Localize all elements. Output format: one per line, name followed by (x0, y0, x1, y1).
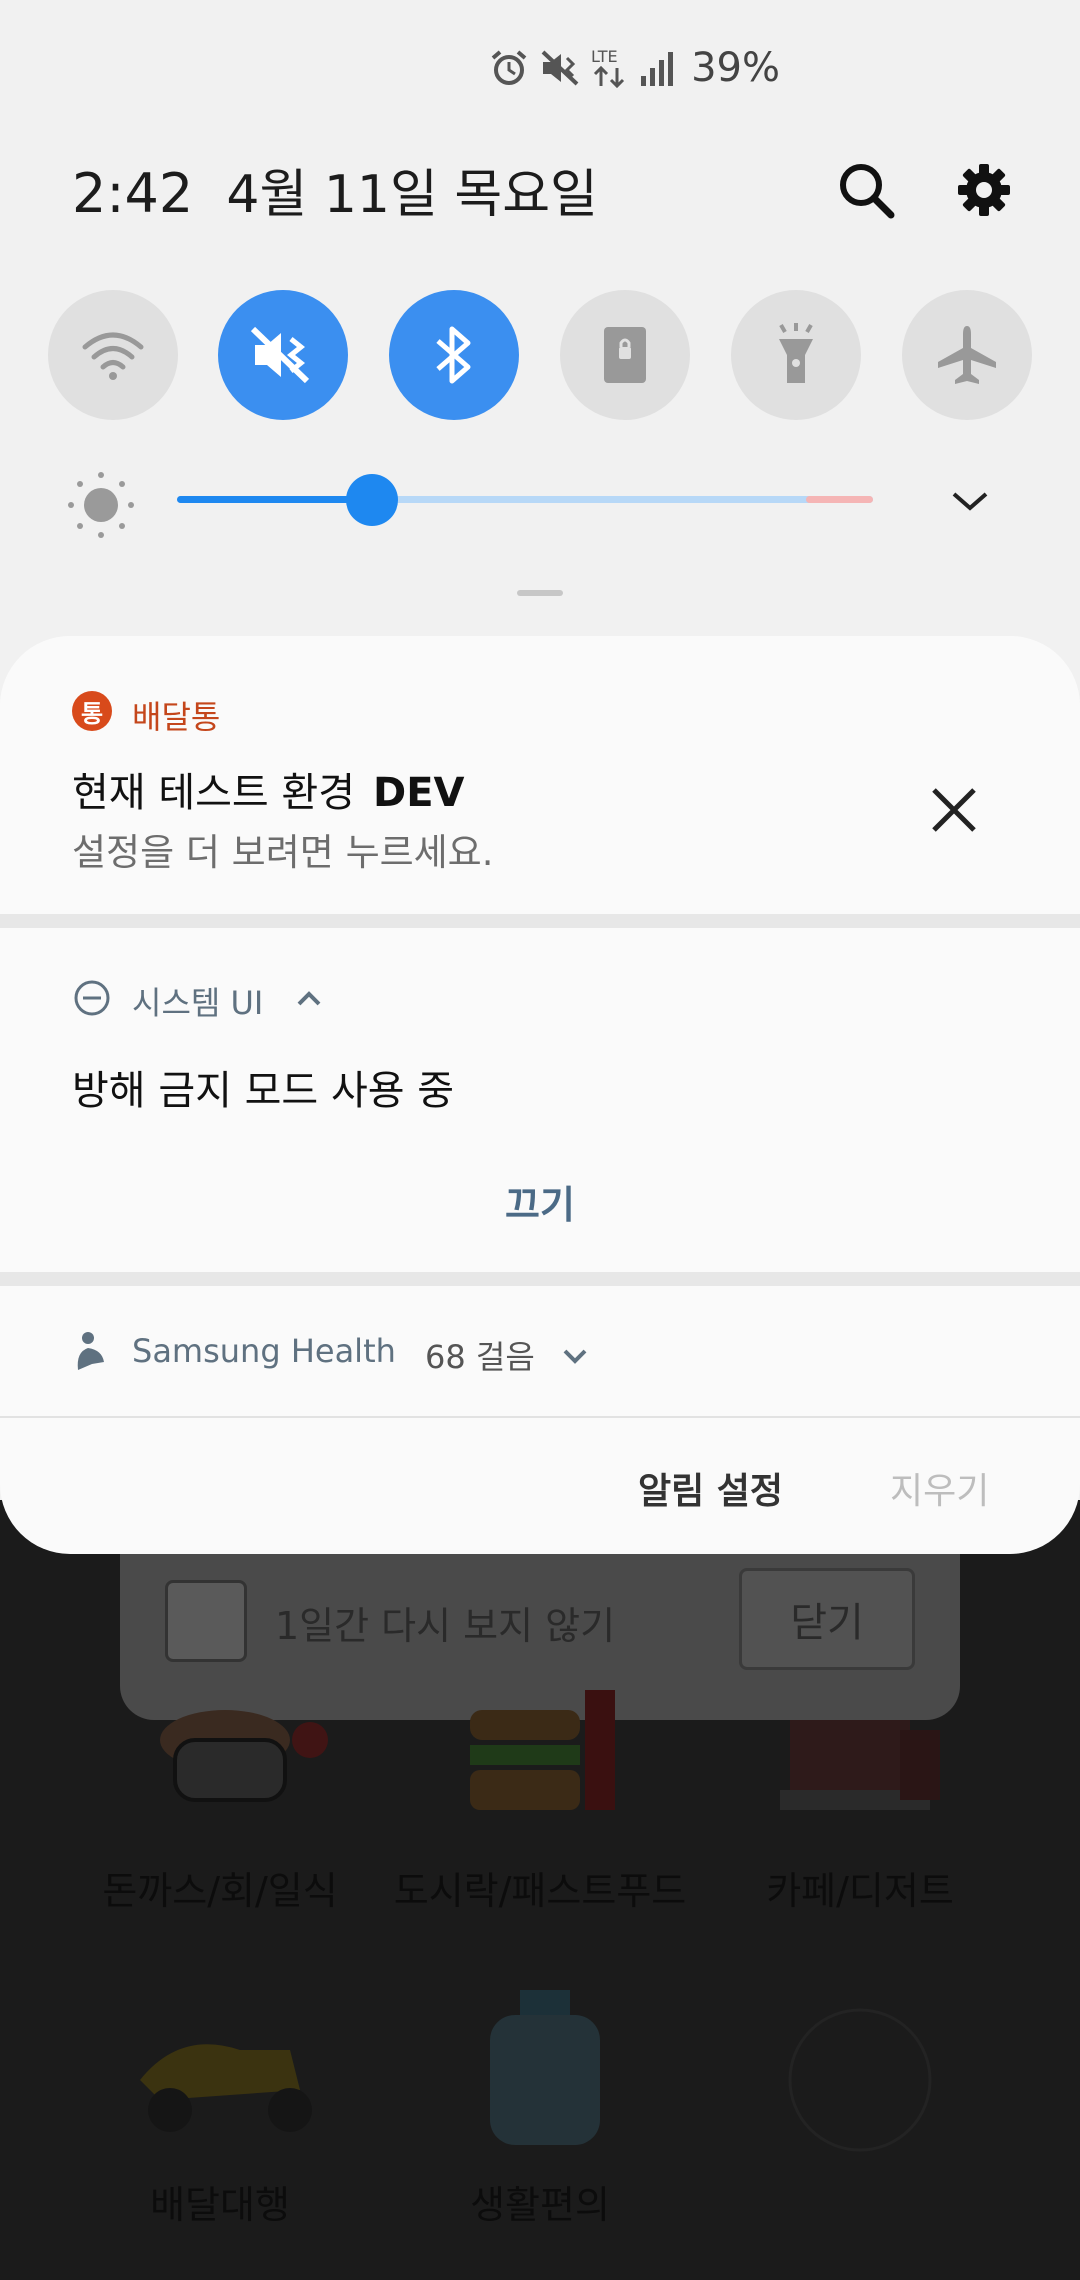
expand-chevron-icon[interactable] (950, 486, 990, 516)
burger-icon (470, 1690, 615, 1810)
step-count: 68 걸음 (425, 1338, 535, 1376)
battery-level: 39% (691, 45, 780, 91)
clock[interactable]: 2:42 (72, 162, 193, 225)
notification-system-ui[interactable]: 시스템 UI 방해 금지 모드 사용 중 끄기 (0, 928, 1080, 1272)
search-icon (840, 164, 895, 219)
notification-app-name: Samsung Health (132, 1332, 396, 1370)
airplane-toggle[interactable] (902, 290, 1032, 420)
dont-show-label: 1일간 다시 보지 않기 (275, 1604, 616, 1648)
brightness-thumb[interactable] (345, 474, 398, 526)
notification-title: 방해 금지 모드 사용 중 (72, 1068, 455, 1114)
app-badge-icon: 통 (72, 691, 112, 731)
quick-settings-header: 2:42 4월 11일 목요일 (72, 152, 598, 227)
rotation-lock-toggle[interactable] (560, 290, 690, 420)
tonkatsu-icon (160, 1710, 328, 1802)
notification-app-name: 시스템 UI (132, 984, 264, 1022)
popup-close-button[interactable]: 닫기 (739, 1568, 915, 1670)
alarm-icon (491, 50, 527, 85)
health-icon (77, 1332, 104, 1370)
category-label[interactable]: 카페/디저트 (710, 1860, 1010, 1915)
panel-drag-handle[interactable] (517, 590, 563, 596)
gear-icon (958, 164, 1010, 216)
brightness-icon (68, 472, 134, 538)
clear-all-button[interactable]: 지우기 (890, 1462, 989, 1514)
turn-off-button[interactable]: 끄기 (0, 1174, 1080, 1229)
notification-baedaltong[interactable]: 통 배달통 현재 테스트 환경 DEV 설정을 더 보려면 누르세요. (0, 636, 1080, 914)
brightness-high-zone (806, 496, 873, 503)
bluetooth-icon (436, 326, 471, 384)
dont-show-checkbox[interactable] (165, 1580, 247, 1662)
cake-icon (780, 1720, 940, 1810)
scooter-icon (140, 2044, 312, 2132)
sound-toggle[interactable] (218, 290, 348, 420)
notification-panel: 통 배달통 현재 테스트 환경 DEV 설정을 더 보려면 누르세요. 시스템 U… (0, 636, 1080, 1554)
notification-subtitle: 설정을 더 보려면 누르세요. (72, 831, 494, 874)
vibrate-icon (250, 326, 310, 384)
notification-title: 현재 테스트 환경 DEV (72, 770, 465, 816)
signal-icon (641, 52, 674, 86)
divider (0, 1416, 1080, 1418)
separator (0, 1272, 1080, 1286)
settings-button[interactable] (954, 160, 1014, 220)
status-bar: LTE 39% (489, 38, 780, 98)
notification-app-name: 배달통 (132, 698, 221, 736)
wifi-icon (82, 332, 144, 380)
chevron-down-icon[interactable] (562, 1346, 588, 1366)
separator (0, 914, 1080, 928)
water-bottle-icon (490, 1990, 600, 2145)
mute-vibrate-icon (541, 50, 579, 86)
category-label[interactable]: 배달대행 (70, 2174, 370, 2229)
brightness-fill (177, 496, 372, 503)
chevron-up-icon[interactable] (296, 988, 322, 1008)
airplane-icon (938, 326, 996, 384)
more-icon (788, 2008, 932, 2152)
notification-samsung-health[interactable]: Samsung Health 68 걸음 (0, 1286, 1080, 1416)
flashlight-icon (779, 323, 813, 383)
category-label[interactable]: 돈까스/회/일식 (70, 1860, 370, 1915)
svg-text:LTE: LTE (591, 47, 618, 66)
notification-settings-button[interactable]: 알림 설정 (638, 1462, 783, 1514)
background-app: 1일간 다시 보지 않기 닫기 돈까스/회/일식 도시락/패스트푸드 카페/디저… (0, 1500, 1080, 2280)
lte-icon: LTE (591, 47, 625, 89)
date[interactable]: 4월 11일 목요일 (226, 165, 598, 225)
lock-icon (604, 327, 646, 383)
bluetooth-toggle[interactable] (389, 290, 519, 420)
dnd-icon (74, 980, 110, 1016)
category-label[interactable]: 도시락/패스트푸드 (390, 1860, 690, 1915)
flashlight-toggle[interactable] (731, 290, 861, 420)
close-icon[interactable] (930, 786, 978, 834)
wifi-toggle[interactable] (48, 290, 178, 420)
category-label[interactable]: 생활편의 (390, 2174, 690, 2229)
search-button[interactable] (836, 160, 896, 220)
